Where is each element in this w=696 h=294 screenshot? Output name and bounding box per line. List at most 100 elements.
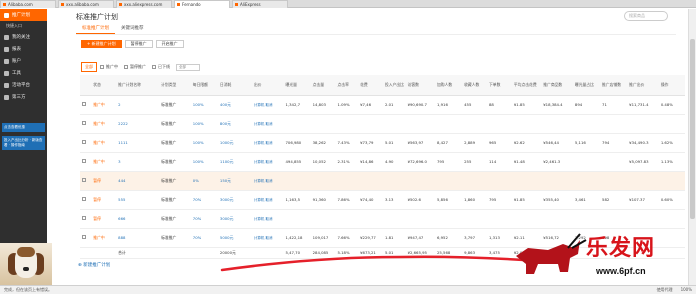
bid-ops[interactable]: 计算机 取消 xyxy=(254,236,273,240)
plan-name-cell[interactable]: 666 xyxy=(116,209,160,229)
bid-cell[interactable]: 计算机 取消 xyxy=(251,190,284,210)
column-header[interactable]: 投入产出比 xyxy=(382,75,406,96)
column-header[interactable]: 推广商品数 xyxy=(541,75,573,96)
column-header[interactable]: 推广出价 xyxy=(627,75,659,96)
limit-cell[interactable]: 70% xyxy=(190,228,218,248)
filter-option[interactable]: 已下线 xyxy=(152,64,170,70)
column-header[interactable]: 收藏人数 xyxy=(462,75,487,96)
row-checkbox[interactable] xyxy=(82,178,86,182)
daily-cell[interactable]: 5000元 xyxy=(217,228,252,248)
sidebar-item-plans[interactable]: 推广计划 xyxy=(0,9,47,21)
row-select-cell[interactable] xyxy=(80,114,92,134)
sidebar-guide-block[interactable]: 投入产出比分析 · 新版查看 · 操作指南 xyxy=(2,136,45,150)
status-link[interactable]: 暂停 xyxy=(93,216,101,221)
search-input[interactable]: 搜索商品 xyxy=(624,11,668,21)
status-cell[interactable]: 暂停 xyxy=(91,190,117,210)
column-header[interactable]: 下单数 xyxy=(486,75,512,96)
column-header[interactable]: 访客数 xyxy=(405,75,435,96)
daily-budget[interactable]: 1000元 xyxy=(220,140,233,145)
sidebar-item-follow[interactable]: 我的关注 xyxy=(0,31,47,43)
status-cell[interactable]: 推广中 xyxy=(91,114,117,134)
column-header[interactable]: 曝光量 xyxy=(283,75,311,96)
status-cell[interactable]: 推广中 xyxy=(91,95,117,115)
browser-tab-active[interactable]: Fernando xyxy=(174,0,230,8)
sidebar-item-account[interactable]: 账户 xyxy=(0,55,47,67)
limit-value[interactable]: 70% xyxy=(193,216,201,221)
plan-name-link[interactable]: 2222 xyxy=(118,121,128,126)
filter-option[interactable]: 推广中 xyxy=(100,64,118,70)
row-checkbox[interactable] xyxy=(82,197,86,201)
sidebar-promo-block[interactable]: 点击查看优惠 xyxy=(2,123,45,132)
table-row[interactable]: 暂停 555 标准推广 70% 3000元 计算机 取消 1,163,5 91,360 7.86… xyxy=(80,190,685,210)
row-checkbox[interactable] xyxy=(82,121,86,125)
column-header[interactable]: 每日限额 xyxy=(190,75,218,96)
row-select-cell[interactable] xyxy=(80,133,92,153)
add-plan-link[interactable]: ⊕ 新建推广计划 xyxy=(78,262,110,268)
table-row[interactable]: 推广中 2 标准推广 100% 400元 计算机 取消 1,342,7 14,803 1.09%… xyxy=(80,95,685,115)
row-select-cell[interactable] xyxy=(80,190,92,210)
daily-cell[interactable]: 1100元 xyxy=(217,152,252,172)
browser-tab[interactable]: xxx.aliexpress.com xyxy=(116,0,172,8)
column-header[interactable]: 曝光量占比 xyxy=(572,75,601,96)
daily-cell[interactable]: 3000元 xyxy=(217,209,252,229)
table-row[interactable]: 暂停 444 标准推广 0% 150元 计算机 取消 xyxy=(80,171,685,191)
status-link[interactable]: 推广中 xyxy=(93,121,104,126)
pause-button[interactable]: 暂停推广 xyxy=(124,40,153,48)
daily-budget[interactable]: 3000元 xyxy=(220,216,233,221)
sidebar-item-thirdparty[interactable]: 第三方 xyxy=(0,91,47,103)
row-checkbox[interactable] xyxy=(82,140,86,144)
column-header[interactable]: 日消耗 xyxy=(217,75,252,96)
daily-budget[interactable]: 3000元 xyxy=(220,197,233,202)
table-row[interactable]: 推广中 2222 标准推广 100% 800元 计算机 取消 xyxy=(80,114,685,134)
tab-standard-plan[interactable]: 标准推广计划 xyxy=(76,23,115,34)
plan-name-cell[interactable]: 888 xyxy=(116,228,160,248)
row-checkbox[interactable] xyxy=(82,102,86,106)
plan-name-link[interactable]: 1111 xyxy=(118,140,128,145)
bid-cell[interactable]: 计算机 取消 xyxy=(251,171,284,191)
resume-button[interactable]: 开启推广 xyxy=(155,40,184,48)
status-link[interactable]: 暂停 xyxy=(93,197,101,202)
limit-value[interactable]: 0% xyxy=(193,178,199,183)
plan-name-cell[interactable]: 2222 xyxy=(116,114,160,134)
status-link[interactable]: 暂停 xyxy=(93,178,101,183)
plan-name-cell[interactable]: 3 xyxy=(116,152,160,172)
status-cell[interactable]: 推广中 xyxy=(91,152,117,172)
plan-name-link[interactable]: 888 xyxy=(118,235,125,240)
row-select-cell[interactable] xyxy=(80,171,92,191)
plan-name-link[interactable]: 2 xyxy=(118,102,120,107)
checkbox[interactable] xyxy=(152,65,156,69)
new-plan-button[interactable]: + 新建推广计划 xyxy=(81,40,122,48)
column-header[interactable]: 点击量 xyxy=(310,75,336,96)
browser-tab[interactable]: xxx.alibaba.com xyxy=(58,0,114,8)
daily-budget[interactable]: 1100元 xyxy=(220,159,233,164)
bid-cell[interactable]: 计算机 取消 xyxy=(251,152,284,172)
status-link[interactable]: 推广中 xyxy=(93,102,104,107)
bid-ops[interactable]: 计算机 取消 xyxy=(254,122,273,126)
column-header[interactable]: 出价 xyxy=(251,75,284,96)
plan-name-link[interactable]: 3 xyxy=(118,159,120,164)
limit-cell[interactable]: 0% xyxy=(190,171,218,191)
column-header[interactable]: 推广店铺数 xyxy=(600,75,628,96)
bid-ops[interactable]: 计算机 取消 xyxy=(254,217,273,221)
plan-name-link[interactable]: 555 xyxy=(118,197,125,202)
daily-budget[interactable]: 400元 xyxy=(220,102,231,107)
bid-cell[interactable]: 计算机 取消 xyxy=(251,114,284,134)
limit-cell[interactable]: 100% xyxy=(190,114,218,134)
limit-value[interactable]: 70% xyxy=(193,235,201,240)
plan-name-cell[interactable]: 444 xyxy=(116,171,160,191)
bid-cell[interactable]: 计算机 取消 xyxy=(251,209,284,229)
daily-budget[interactable]: 150元 xyxy=(220,178,231,183)
column-header[interactable]: 花费 xyxy=(358,75,383,96)
bid-ops[interactable]: 计算机 取消 xyxy=(254,141,273,145)
limit-cell[interactable]: 100% xyxy=(190,133,218,153)
plan-name-cell[interactable]: 555 xyxy=(116,190,160,210)
checkbox[interactable] xyxy=(124,65,128,69)
daily-budget[interactable]: 5000元 xyxy=(220,235,233,240)
plan-name-link[interactable]: 444 xyxy=(118,178,125,183)
limit-cell[interactable]: 70% xyxy=(190,190,218,210)
daily-cell[interactable]: 800元 xyxy=(217,114,252,134)
bid-ops[interactable]: 计算机 取消 xyxy=(254,198,273,202)
row-select-cell[interactable] xyxy=(80,228,92,248)
zoom-level[interactable]: 100% xyxy=(681,287,692,293)
filter-all-tag[interactable]: 全部 xyxy=(81,62,97,72)
